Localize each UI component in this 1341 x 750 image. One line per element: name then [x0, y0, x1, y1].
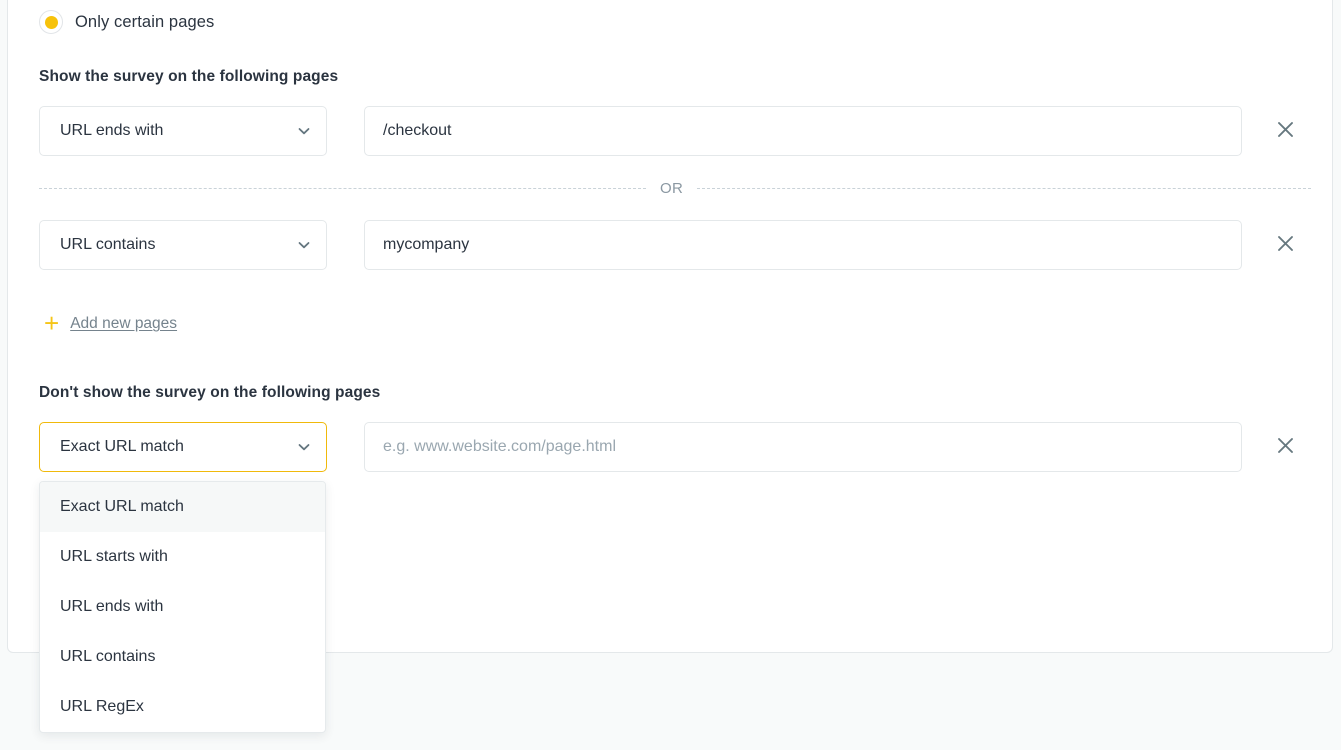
- match-type-select-1-value: URL ends with: [60, 122, 164, 139]
- match-type-select-exclude-1-value: Exact URL match: [60, 438, 184, 455]
- dropdown-option-exact-url-match[interactable]: Exact URL match: [40, 482, 325, 532]
- include-section-heading: Show the survey on the following pages: [39, 68, 339, 85]
- match-type-select-exclude-1[interactable]: Exact URL match: [39, 422, 327, 472]
- radio-indicator[interactable]: [39, 10, 63, 34]
- match-type-select-1[interactable]: URL ends with: [39, 106, 327, 156]
- match-type-select-2-value: URL contains: [60, 236, 156, 253]
- radio-label: Only certain pages: [75, 12, 215, 31]
- or-divider: OR: [39, 177, 1311, 199]
- dropdown-option-url-starts-with[interactable]: URL starts with: [40, 532, 325, 582]
- plus-icon: +: [44, 308, 60, 338]
- dropdown-option-url-regex[interactable]: URL RegEx: [40, 682, 325, 732]
- include-rule-row-2: URL contains: [39, 220, 1301, 270]
- url-value-input-2[interactable]: [364, 220, 1242, 270]
- chevron-down-icon: [296, 123, 312, 139]
- remove-rule-button-exclude-1[interactable]: [1266, 428, 1304, 466]
- add-new-pages-link[interactable]: + Add new pages: [44, 308, 178, 338]
- match-type-dropdown-menu: Exact URL match URL starts with URL ends…: [39, 481, 326, 733]
- close-icon: [1275, 435, 1296, 459]
- url-value-input-exclude-1[interactable]: [364, 422, 1242, 472]
- or-divider-line-right: [697, 187, 1311, 189]
- radio-only-certain-pages[interactable]: Only certain pages: [39, 10, 214, 34]
- page-root: Only certain pages Show the survey on th…: [0, 0, 1341, 750]
- url-value-input-1[interactable]: [364, 106, 1242, 156]
- exclude-rule-row-1: Exact URL match: [39, 422, 1301, 472]
- or-divider-line-left: [39, 187, 646, 189]
- include-rule-row-1: URL ends with: [39, 106, 1301, 156]
- add-new-pages-label: Add new pages: [70, 315, 178, 332]
- exclude-section-heading: Don't show the survey on the following p…: [39, 384, 381, 401]
- close-icon: [1275, 119, 1296, 143]
- chevron-down-icon: [296, 237, 312, 253]
- radio-dot-icon: [44, 15, 58, 29]
- remove-rule-button-2[interactable]: [1266, 226, 1304, 264]
- remove-rule-button-1[interactable]: [1266, 112, 1304, 150]
- or-divider-label: OR: [660, 179, 684, 197]
- match-type-select-2[interactable]: URL contains: [39, 220, 327, 270]
- dropdown-option-url-ends-with[interactable]: URL ends with: [40, 582, 325, 632]
- dropdown-option-url-contains[interactable]: URL contains: [40, 632, 325, 682]
- close-icon: [1275, 233, 1296, 257]
- chevron-down-icon: [296, 439, 312, 455]
